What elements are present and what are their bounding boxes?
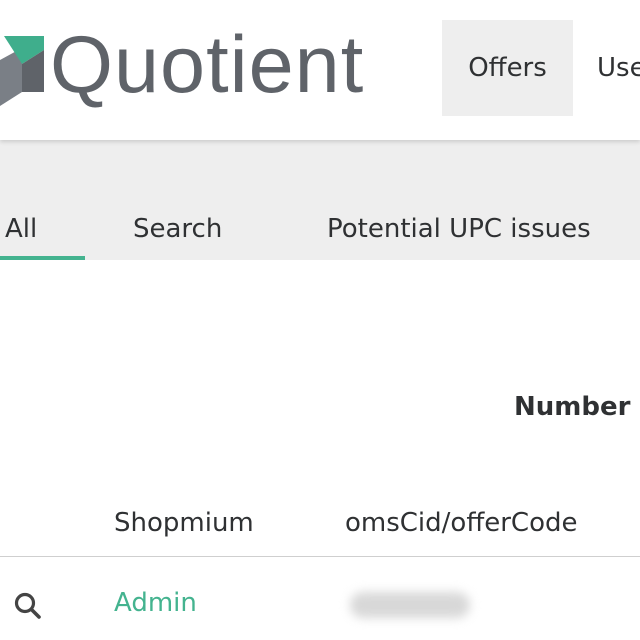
row-shopmium-admin-link[interactable]: Admin	[114, 588, 197, 618]
logo-text: Quotient	[50, 20, 365, 110]
quotient-logo[interactable]: Quotient	[0, 22, 400, 108]
tab-potential-upc-issues[interactable]: Potential UPC issues	[327, 140, 591, 260]
nav-offers[interactable]: Offers	[442, 20, 573, 116]
column-header-shopmium[interactable]: Shopmium	[114, 508, 254, 538]
table-header-divider	[0, 556, 640, 557]
page: Quotient Offers Use All Search Potential…	[0, 0, 640, 640]
top-header: Quotient Offers Use	[0, 0, 640, 140]
search-icon[interactable]	[12, 590, 44, 622]
column-header-omscid-offercode[interactable]: omsCid/offerCode	[345, 508, 578, 538]
logo-mark-icon	[0, 36, 44, 106]
tab-all[interactable]: All	[0, 140, 85, 260]
tab-search[interactable]: Search	[133, 140, 222, 260]
tab-bar: All Search Potential UPC issues	[0, 140, 640, 260]
number-heading: Number o	[514, 392, 640, 422]
nav-users[interactable]: Use	[597, 20, 640, 116]
row-oms-code-redacted	[350, 592, 470, 618]
